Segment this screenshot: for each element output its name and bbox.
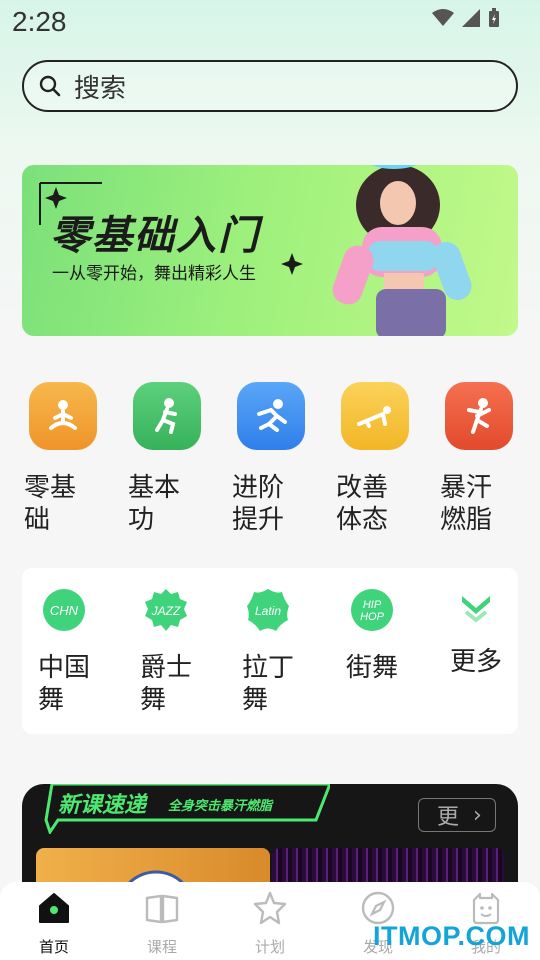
book-icon bbox=[145, 894, 179, 924]
squat-icon bbox=[133, 382, 201, 450]
dance-hiphop[interactable]: HIP HOP 街舞 bbox=[346, 588, 416, 684]
search-icon bbox=[39, 75, 61, 97]
dance-more[interactable]: 更多 bbox=[450, 588, 520, 678]
latin-badge-icon: Latin bbox=[247, 589, 289, 631]
tab-plan[interactable]: 计划 bbox=[240, 890, 300, 957]
svg-text:全身突击暴汗燃脂: 全身突击暴汗燃脂 bbox=[168, 798, 274, 814]
hiphop-badge-icon: HIPHOP bbox=[351, 589, 393, 631]
dance-label: 爵士舞 bbox=[140, 653, 193, 715]
dance-styles-card: CHN 中国舞 JAZZ 爵士舞 Latin 拉丁舞 HIP HOP 街舞 更多 bbox=[22, 568, 518, 734]
home-icon bbox=[39, 893, 69, 923]
svg-text:HIP: HIP bbox=[363, 599, 382, 611]
tab-label: 首页 bbox=[38, 938, 69, 956]
category-label: 基本功 bbox=[128, 473, 181, 535]
watermark: ITMOP.COM bbox=[372, 921, 530, 951]
status-time: 2:28 bbox=[12, 6, 67, 37]
wifi-icon bbox=[432, 9, 454, 26]
category-label: 进阶提升 bbox=[232, 473, 285, 535]
svg-text:HOP: HOP bbox=[360, 611, 385, 623]
promo-banner[interactable]: 零基础入门 一从零开始，舞出精彩人生 bbox=[22, 165, 518, 336]
category-label: 零基础 bbox=[24, 473, 77, 535]
dance-label: 更多 bbox=[450, 647, 503, 677]
battery-icon bbox=[489, 8, 499, 27]
dance-label: 拉丁舞 bbox=[242, 653, 295, 715]
svg-text:JAZZ: JAZZ bbox=[151, 604, 181, 618]
tab-label: 计划 bbox=[254, 938, 285, 956]
category-posture[interactable]: 改善体态 bbox=[336, 382, 416, 536]
dance-label: 中国舞 bbox=[38, 653, 91, 715]
category-advanced[interactable]: 进阶提升 bbox=[232, 382, 312, 536]
category-fat-burn[interactable]: 暴汗燃脂 bbox=[440, 382, 520, 536]
banner-title: 零基础入门 bbox=[50, 213, 260, 259]
search-input[interactable]: 搜索 bbox=[74, 68, 126, 105]
dance-label: 街舞 bbox=[346, 653, 399, 683]
meditation-icon bbox=[29, 382, 97, 450]
chevron-right-icon: › bbox=[473, 802, 482, 828]
tab-courses[interactable]: 课程 bbox=[132, 890, 192, 957]
category-row: 零基础 基本功 进阶提升 改善体态 暴汗燃脂 bbox=[0, 382, 540, 542]
svg-text:CHN: CHN bbox=[50, 603, 79, 618]
more-courses-button[interactable]: 更 › bbox=[418, 798, 496, 832]
jazz-badge-icon: JAZZ bbox=[145, 589, 187, 631]
kick-icon bbox=[445, 382, 513, 450]
signal-icon bbox=[462, 9, 480, 27]
dancer-illustration bbox=[332, 165, 472, 336]
svg-text:新课速递: 新课速递 bbox=[58, 792, 149, 818]
chn-badge-icon: CHN bbox=[43, 589, 85, 631]
more-label: 更 bbox=[437, 805, 460, 830]
search-bar[interactable]: 搜索 bbox=[22, 60, 518, 112]
svg-text:Latin: Latin bbox=[255, 604, 281, 618]
category-beginner[interactable]: 零基础 bbox=[24, 382, 104, 536]
new-courses-tag: 新课速递 全身突击暴汗燃脂 bbox=[44, 784, 330, 834]
status-bar: 2:28 bbox=[0, 0, 540, 44]
dance-latin[interactable]: Latin 拉丁舞 bbox=[242, 588, 312, 716]
banner-subtitle: 一从零开始，舞出精彩人生 bbox=[52, 264, 256, 284]
pushup-icon bbox=[341, 382, 409, 450]
double-chevron-down-icon bbox=[462, 596, 490, 623]
tab-label: 课程 bbox=[146, 938, 177, 956]
running-icon bbox=[237, 382, 305, 450]
category-fundamentals[interactable]: 基本功 bbox=[128, 382, 208, 536]
dance-chinese[interactable]: CHN 中国舞 bbox=[38, 588, 108, 716]
dance-jazz[interactable]: JAZZ 爵士舞 bbox=[140, 588, 210, 716]
tab-home[interactable]: 首页 bbox=[24, 890, 84, 957]
star-icon bbox=[253, 891, 287, 925]
status-icons bbox=[432, 8, 500, 28]
category-label: 暴汗燃脂 bbox=[440, 473, 493, 535]
category-label: 改善体态 bbox=[336, 473, 389, 535]
